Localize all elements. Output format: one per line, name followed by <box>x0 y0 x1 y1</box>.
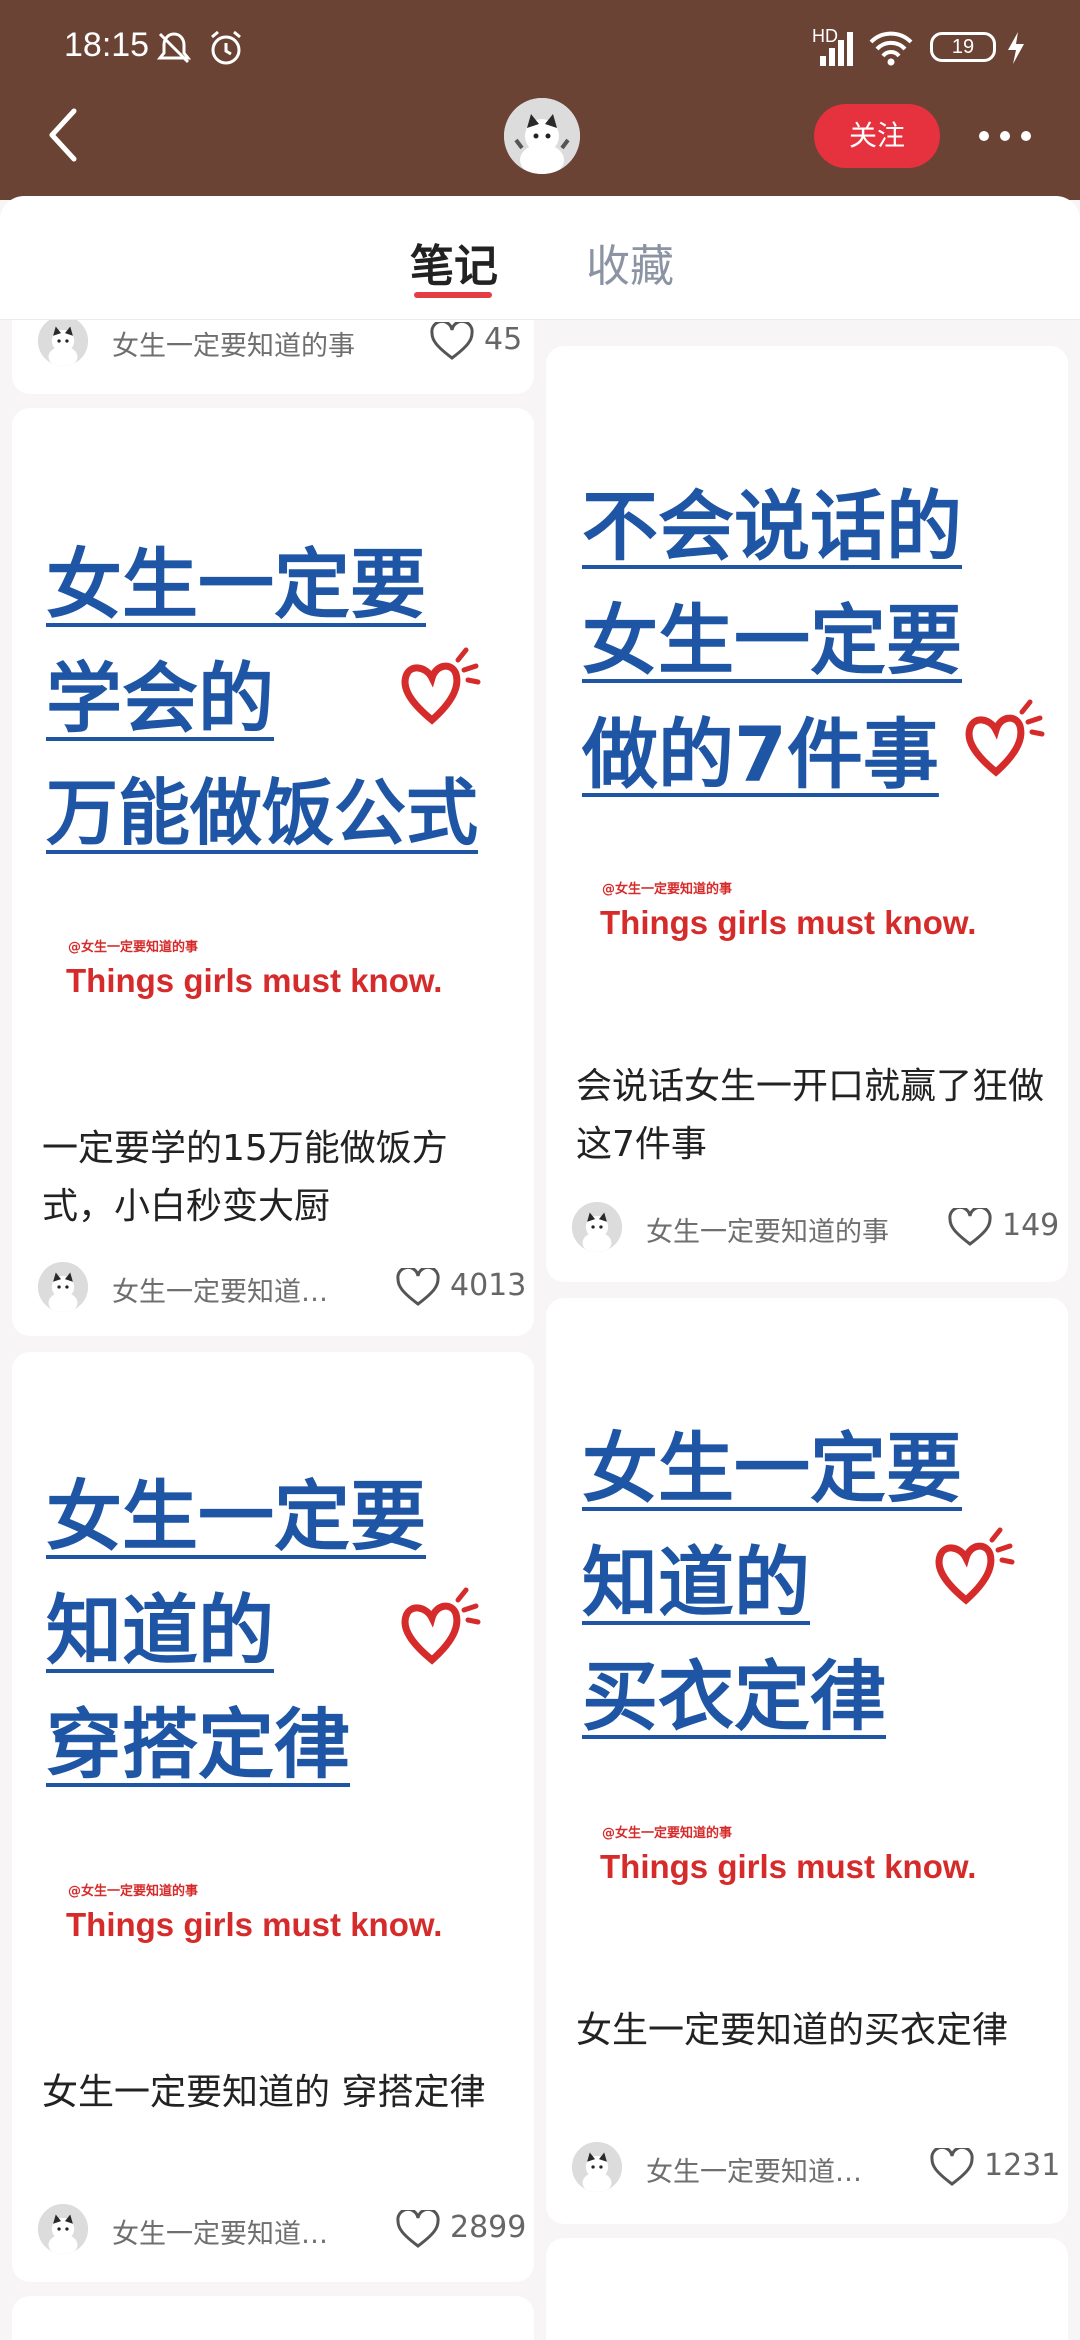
cover-title: 女生一定要 知道的 穿搭定律 <box>46 1472 426 1789</box>
wifi-icon <box>869 31 913 66</box>
heart-doodle-icon <box>965 699 1045 777</box>
note-card[interactable]: 女生一定要 知道的 穿搭定律 @女生一定要知道的事 Things girls m… <box>12 1352 534 2282</box>
cat-avatar-icon <box>572 2142 622 2192</box>
note-cover: 女生一定要 学会的 万能做饭公式 @女生一定要知道的事 Things girls… <box>12 408 534 1108</box>
back-icon[interactable] <box>44 105 84 165</box>
cover-brand-slogan: Things girls must know. <box>66 962 443 999</box>
note-description: 一定要学的15万能做饭方式，小白秒变大厨 <box>42 1128 448 1227</box>
cover-brand-slogan: Things girls must know. <box>600 1848 977 1885</box>
note-card[interactable]: 女生一定要 学会的 万能做饭公式 @女生一定要知道的事 Things girls… <box>12 408 534 1336</box>
author-name[interactable]: 女生一定要知道的事 <box>112 324 355 363</box>
like-count: 149 <box>1002 1208 1060 1243</box>
author-avatar[interactable] <box>572 2142 622 2192</box>
follow-button[interactable]: 关注 <box>814 104 940 168</box>
status-time: 18:15 <box>64 26 150 64</box>
note-card-partial[interactable] <box>546 2238 1068 2340</box>
signal-icon <box>820 32 853 66</box>
author-name[interactable]: 女生一定要知道… <box>112 2212 328 2251</box>
heart-outline-icon[interactable] <box>430 322 474 362</box>
cat-avatar-icon <box>38 316 88 366</box>
author-avatar[interactable] <box>38 1262 88 1312</box>
profile-avatar[interactable] <box>504 98 580 174</box>
cat-avatar-icon <box>38 2204 88 2254</box>
cover-brand-handle: @女生一定要知道的事 <box>602 882 733 897</box>
author-avatar[interactable] <box>38 316 88 366</box>
battery-indicator: 19 <box>930 32 996 62</box>
card-meta: 女生一定要知道… 1231 <box>572 2136 1060 2196</box>
cat-avatar-icon <box>572 1202 622 1252</box>
note-cover: 女生一定要 知道的 买衣定律 @女生一定要知道的事 Things girls m… <box>546 1298 1068 1988</box>
note-description: 女生一定要知道的 穿搭定律 <box>42 2072 486 2113</box>
cat-avatar-icon <box>38 1262 88 1312</box>
heart-outline-icon[interactable] <box>396 1268 440 1308</box>
cat-avatar-icon <box>504 98 580 174</box>
heart-outline-icon[interactable] <box>396 2210 440 2250</box>
active-tab-indicator <box>414 292 492 298</box>
cover-brand-handle: @女生一定要知道的事 <box>602 1826 733 1841</box>
cover-brand-slogan: Things girls must know. <box>66 1906 443 1943</box>
profile-tabs: 笔记 收藏 <box>0 196 1080 320</box>
note-card[interactable]: 女生一定要 知道的 买衣定律 @女生一定要知道的事 Things girls m… <box>546 1298 1068 2224</box>
like-count: 2899 <box>450 2210 527 2245</box>
cover-title: 不会说话的 女生一定要 做的7件事 <box>582 482 962 799</box>
alarm-icon <box>211 30 241 65</box>
heart-doodle-icon <box>935 1527 1015 1605</box>
note-card[interactable]: 不会说话的 女生一定要 做的7件事 @女生一定要知道的事 Things girl… <box>546 346 1068 1282</box>
note-description: 会说话女生一开口就赢了狂做这7件事 <box>576 1066 1045 1165</box>
heart-outline-icon[interactable] <box>930 2148 974 2188</box>
more-options-icon[interactable] <box>978 122 1032 150</box>
heart-doodle-icon <box>401 1587 481 1665</box>
author-avatar[interactable] <box>572 1202 622 1252</box>
author-avatar[interactable] <box>38 2204 88 2254</box>
tab-notes[interactable]: 笔记 <box>410 230 498 294</box>
card-meta: 女生一定要知道… 4013 <box>38 1256 526 1316</box>
note-cover: 女生一定要 知道的 穿搭定律 @女生一定要知道的事 Things girls m… <box>12 1352 534 2052</box>
heart-outline-icon[interactable] <box>948 1208 992 1248</box>
mute-bell-icon <box>156 32 192 64</box>
card-meta: 女生一定要知道的事 149 <box>572 1196 1059 1256</box>
charging-icon <box>1008 32 1024 64</box>
note-card-partial[interactable] <box>12 2296 534 2340</box>
status-bar: 18:15 HD 19 <box>0 0 1080 95</box>
note-cover: 不会说话的 女生一定要 做的7件事 @女生一定要知道的事 Things girl… <box>546 346 1068 1046</box>
author-name[interactable]: 女生一定要知道… <box>646 2150 862 2189</box>
cover-brand-handle: @女生一定要知道的事 <box>68 1884 199 1899</box>
author-name[interactable]: 女生一定要知道… <box>112 1270 328 1309</box>
cover-title: 女生一定要 知道的 买衣定律 <box>582 1424 962 1741</box>
cover-brand-handle: @女生一定要知道的事 <box>68 940 199 955</box>
like-count: 1231 <box>984 2148 1061 2183</box>
note-description: 女生一定要知道的买衣定律 <box>576 2010 1009 2051</box>
card-meta: 女生一定要知道… 2899 <box>38 2198 526 2258</box>
like-count: 45 <box>484 322 523 357</box>
tab-favorites[interactable]: 收藏 <box>586 230 674 294</box>
author-name[interactable]: 女生一定要知道的事 <box>646 1210 889 1249</box>
like-count: 4013 <box>450 1268 527 1303</box>
cover-brand-slogan: Things girls must know. <box>600 904 977 941</box>
heart-doodle-icon <box>401 647 481 725</box>
